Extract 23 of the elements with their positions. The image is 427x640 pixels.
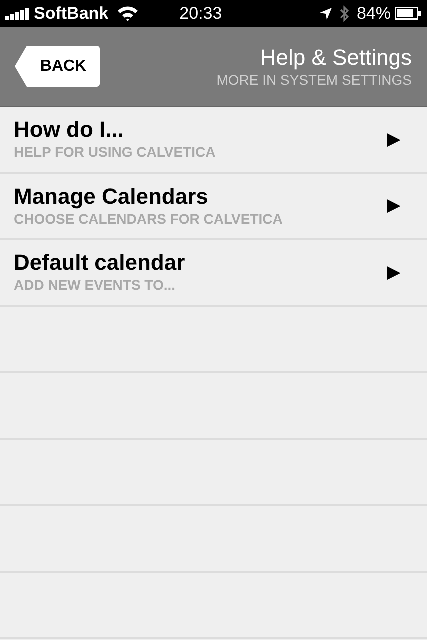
wifi-icon — [116, 6, 139, 22]
row-subtitle: CHOOSE CALENDARS FOR CALVETICA — [14, 210, 284, 228]
signal-icon — [5, 8, 31, 20]
settings-row[interactable]: How do I... HELP FOR USING CALVETICA ▶ — [0, 107, 427, 174]
carrier-name: SoftBank — [34, 2, 109, 25]
row-title: Manage Calendars — [14, 184, 210, 210]
disclosure-arrow: ▶ — [387, 260, 401, 284]
location-arrow-icon — [318, 6, 333, 20]
row-title: Default calendar — [14, 250, 186, 276]
disclosure-arrow: ▶ — [387, 194, 401, 218]
screen-title: Help & Settings — [260, 44, 412, 70]
battery-icon — [395, 7, 422, 20]
row-subtitle: ADD NEW EVENTS TO... — [14, 276, 177, 294]
disclosure-arrow: ▶ — [387, 128, 401, 151]
screen-subtitle: MORE IN SYSTEM SETTINGS — [216, 70, 412, 88]
battery-percent: 84% — [356, 2, 391, 25]
settings-row[interactable]: Default calendar ADD NEW EVENTS TO... ▶ — [0, 240, 427, 306]
row-title: How do I... — [14, 117, 125, 144]
row-subtitle: HELP FOR USING CALVETICA — [14, 143, 217, 162]
bluetooth-icon — [340, 4, 350, 22]
clock: 20:33 — [180, 2, 222, 25]
back-button[interactable]: BACK — [15, 46, 100, 87]
settings-row[interactable]: Manage Calendars CHOOSE CALENDARS FOR CALVETICA ▶ — [0, 174, 427, 240]
